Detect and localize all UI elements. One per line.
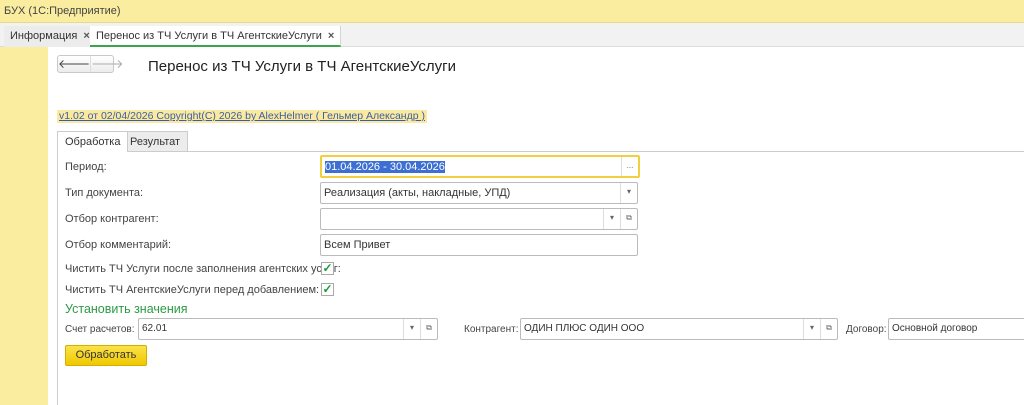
counterparty-value: ОДИН ПЛЮС ОДИН ООО xyxy=(524,323,645,334)
window-title: БУХ (1С:Предприятие) xyxy=(0,0,1024,22)
process-button[interactable]: Обработать xyxy=(65,345,147,366)
tab-label: Перенос из ТЧ Услуги в ТЧ АгентскиеУслуг… xyxy=(96,30,322,42)
counterparty-label: Контрагент: xyxy=(464,324,519,335)
comment-filter-label: Отбор комментарий: xyxy=(65,239,172,251)
comment-filter-value: Всем Привет xyxy=(324,239,391,251)
panel-border xyxy=(57,151,58,405)
chevron-down-icon[interactable]: ▾ xyxy=(403,319,420,339)
period-field[interactable]: 01.04.2026 - 30.04.2026 ... xyxy=(320,155,640,178)
open-icon[interactable]: ⧉ xyxy=(420,319,437,339)
window-tab-transfer[interactable]: Перенос из ТЧ Услуги в ТЧ АгентскиеУслуг… xyxy=(90,26,342,47)
counterparty-input[interactable]: ОДИН ПЛЮС ОДИН ООО ▾ ⧉ xyxy=(520,318,838,340)
tab-result[interactable]: Результат xyxy=(122,131,189,152)
sidebar xyxy=(0,47,48,405)
period-label: Период: xyxy=(65,161,107,173)
window-tab-bar: Информация × Перенос из ТЧ Услуги в ТЧ Аг… xyxy=(0,22,1024,47)
panel-border xyxy=(57,151,1024,152)
back-arrow-icon[interactable]: 🡐 xyxy=(58,56,90,72)
contract-input[interactable]: Основной договор xyxy=(888,318,1024,340)
window-tab-info[interactable]: Информация × xyxy=(4,26,97,47)
comment-filter-input[interactable]: Всем Привет xyxy=(320,234,638,256)
account-input[interactable]: 62.01 ▾ ⧉ xyxy=(138,318,438,340)
chevron-down-icon[interactable]: ▾ xyxy=(620,183,637,203)
nav-buttons: 🡐 🡒 xyxy=(57,55,123,73)
account-label: Счет расчетов: xyxy=(65,324,135,335)
clear-services-checkbox[interactable]: ✓ xyxy=(321,262,334,275)
copyright-link[interactable]: v1.02 от 02/04/2026 Copyright(C) 2026 by… xyxy=(57,110,427,123)
open-icon[interactable]: ⧉ xyxy=(820,319,837,339)
close-icon[interactable]: × xyxy=(328,30,334,42)
chevron-down-icon[interactable]: ▾ xyxy=(803,319,820,339)
counterparty-filter-label: Отбор контрагент: xyxy=(65,213,159,225)
open-icon[interactable]: ⧉ xyxy=(620,209,637,229)
contract-label: Договор: xyxy=(846,324,887,335)
forward-arrow-icon[interactable]: 🡒 xyxy=(90,56,123,72)
chevron-down-icon[interactable]: ▾ xyxy=(603,209,620,229)
set-values-heading: Установить значения xyxy=(65,302,188,316)
clear-agent-checkbox[interactable]: ✓ xyxy=(321,283,334,296)
period-value: 01.04.2026 - 30.04.2026 xyxy=(325,161,445,173)
contract-value: Основной договор xyxy=(892,323,978,334)
doc-type-value: Реализация (акты, накладные, УПД) xyxy=(324,187,511,199)
tab-processing[interactable]: Обработка xyxy=(57,131,129,152)
clear-services-label: Чистить ТЧ Услуги после заполнения агент… xyxy=(65,263,341,275)
account-value: 62.01 xyxy=(142,323,168,334)
doc-type-label: Тип документа: xyxy=(65,187,144,199)
counterparty-filter-input[interactable]: ▾ ⧉ xyxy=(320,208,638,230)
select-period-button[interactable]: ... xyxy=(621,157,638,176)
doc-type-select[interactable]: Реализация (акты, накладные, УПД) ▾ xyxy=(320,182,638,204)
close-icon[interactable]: × xyxy=(83,30,89,42)
tab-label: Информация xyxy=(10,30,78,42)
clear-agent-label: Чистить ТЧ АгентскиеУслуги перед добавле… xyxy=(65,284,320,296)
page-title: Перенос из ТЧ Услуги в ТЧ АгентскиеУслуг… xyxy=(148,58,456,75)
